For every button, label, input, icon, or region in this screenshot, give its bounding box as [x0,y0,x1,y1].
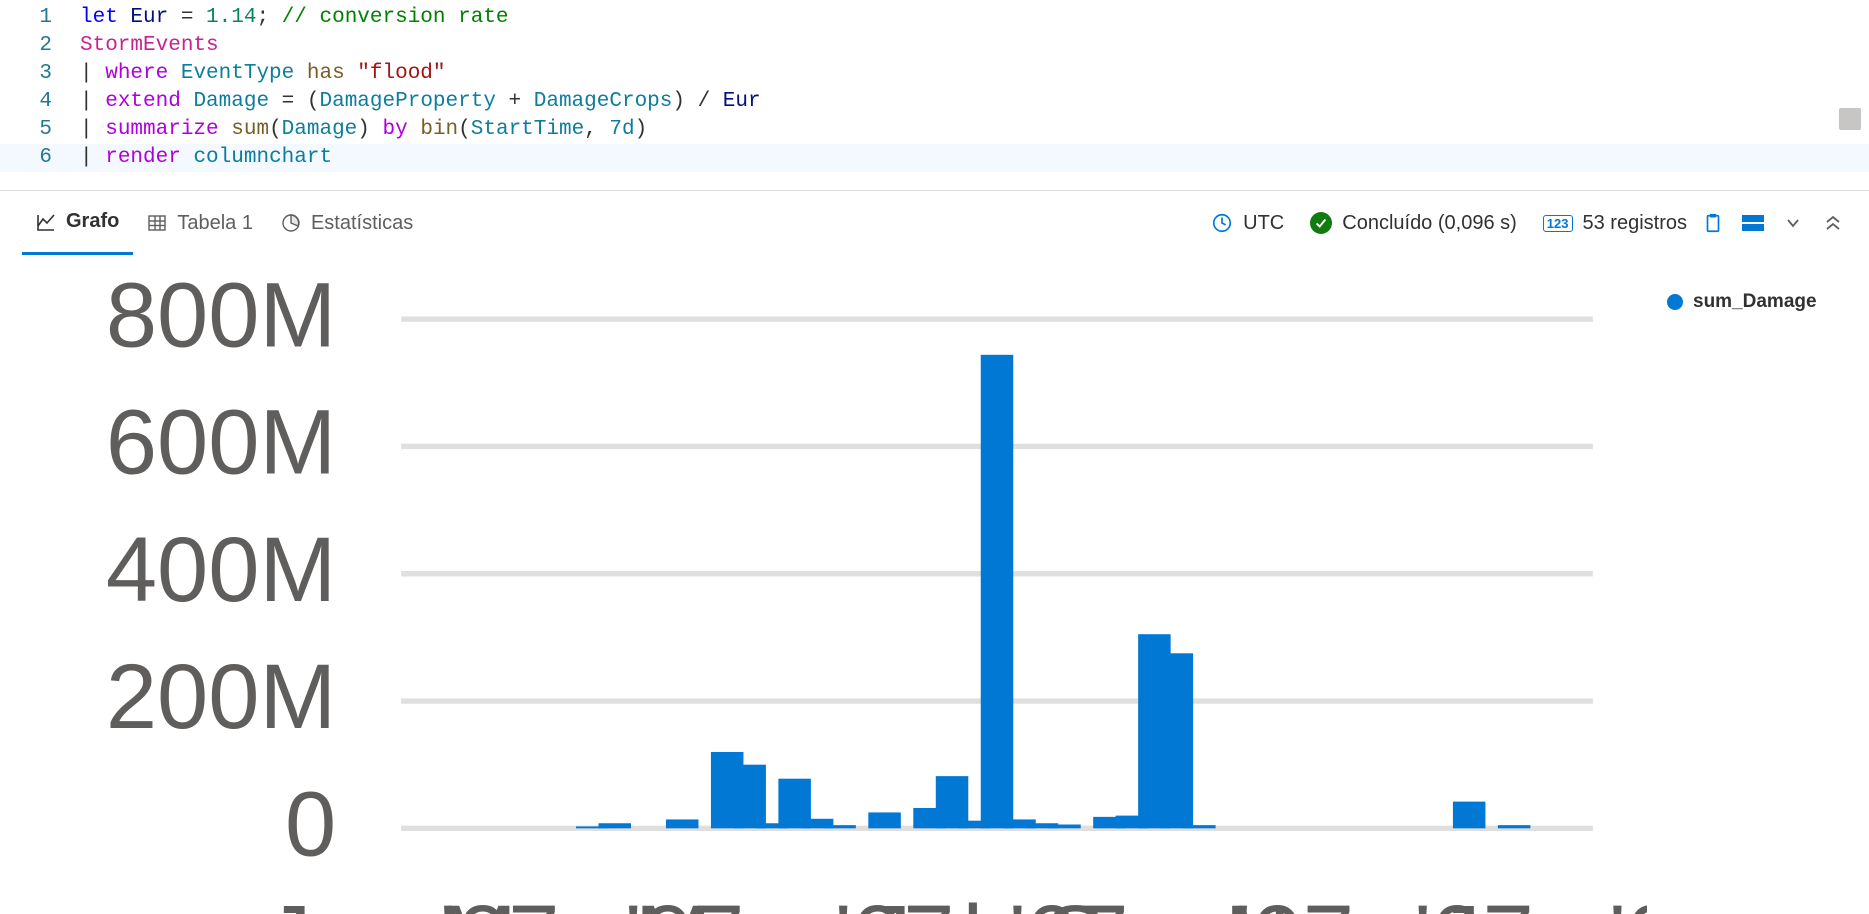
column-chart[interactable]: 0200M400M600M800MJan '07Mar '07May '07Ju… [22,265,1647,914]
code-line[interactable]: 6| render columnchart [0,144,1869,172]
query-editor[interactable]: 1let Eur = 1.14; // conversion rate2Stor… [0,0,1869,191]
code-line[interactable]: 3| where EventType has "flood" [0,60,1869,88]
bar[interactable] [1453,802,1486,829]
clipboard-icon[interactable] [1699,209,1727,237]
bar[interactable] [868,812,901,828]
record-count-text: 53 registros [1583,212,1688,235]
legend-series-label: sum_Damage [1693,291,1817,313]
bar[interactable] [1161,653,1194,828]
code-line[interactable]: 1let Eur = 1.14; // conversion rate [0,4,1869,32]
panel-layout-icon[interactable] [1739,209,1767,237]
code-content[interactable]: | render columnchart [80,144,1869,172]
y-tick-label: 0 [285,772,336,875]
record-count: 123 53 registros [1543,212,1687,235]
line-number: 5 [0,116,80,144]
bar[interactable] [599,823,632,828]
bar[interactable] [981,355,1014,829]
timezone-selector[interactable]: UTC [1211,212,1284,235]
bar[interactable] [1498,825,1531,828]
bar[interactable] [1048,825,1081,829]
query-status: Concluído (0,096 s) [1310,212,1517,235]
chevron-down-icon[interactable] [1779,209,1807,237]
code-content[interactable]: let Eur = 1.14; // conversion rate [80,4,1869,32]
tab-chart-label: Grafo [66,210,119,233]
tab-chart[interactable]: Grafo [22,191,133,255]
editor-scrollbar-thumb[interactable] [1839,108,1861,130]
y-tick-label: 200M [106,645,336,748]
legend-swatch-icon [1667,294,1683,310]
bar[interactable] [1183,825,1216,828]
line-number: 2 [0,32,80,60]
code-line[interactable]: 5| summarize sum(Damage) by bin(StartTim… [0,116,1869,144]
code-line[interactable]: 2StormEvents [0,32,1869,60]
code-content[interactable]: | summarize sum(Damage) by bin(StartTime… [80,116,1869,144]
tab-stats[interactable]: Estatísticas [267,191,427,255]
bar[interactable] [666,819,699,828]
tab-table[interactable]: Tabela 1 [133,191,267,255]
line-number: 1 [0,4,80,32]
bar[interactable] [823,825,856,828]
x-tick-label: Jan '08 [1435,886,1647,914]
timezone-label: UTC [1243,212,1284,235]
number-badge-icon: 123 [1543,215,1573,232]
legend-item[interactable]: sum_Damage [1667,291,1837,313]
code-line[interactable]: 4| extend Damage = (DamageProperty + Dam… [0,88,1869,116]
result-chart: 0200M400M600M800MJan '07Mar '07May '07Ju… [0,255,1869,914]
results-toolbar: Grafo Tabela 1 Estatísticas UTC Concluíd… [0,191,1869,255]
query-status-text: Concluído (0,096 s) [1342,212,1517,235]
tab-stats-label: Estatísticas [311,212,413,235]
bar[interactable] [733,765,766,829]
code-content[interactable]: | where EventType has "flood" [80,60,1869,88]
y-tick-label: 600M [106,391,336,494]
y-tick-label: 400M [106,518,336,621]
tab-table-label: Tabela 1 [177,212,253,235]
chart-legend: sum_Damage [1647,265,1847,884]
y-tick-label: 800M [106,265,336,366]
bars [576,355,1530,829]
line-number: 6 [0,144,80,172]
code-content[interactable]: StormEvents [80,32,1869,60]
bar[interactable] [936,776,969,828]
check-circle-icon [1310,212,1332,234]
code-content[interactable]: | extend Damage = (DamageProperty + Dama… [80,88,1869,116]
line-number: 3 [0,60,80,88]
collapse-icon[interactable] [1819,209,1847,237]
line-number: 4 [0,88,80,116]
